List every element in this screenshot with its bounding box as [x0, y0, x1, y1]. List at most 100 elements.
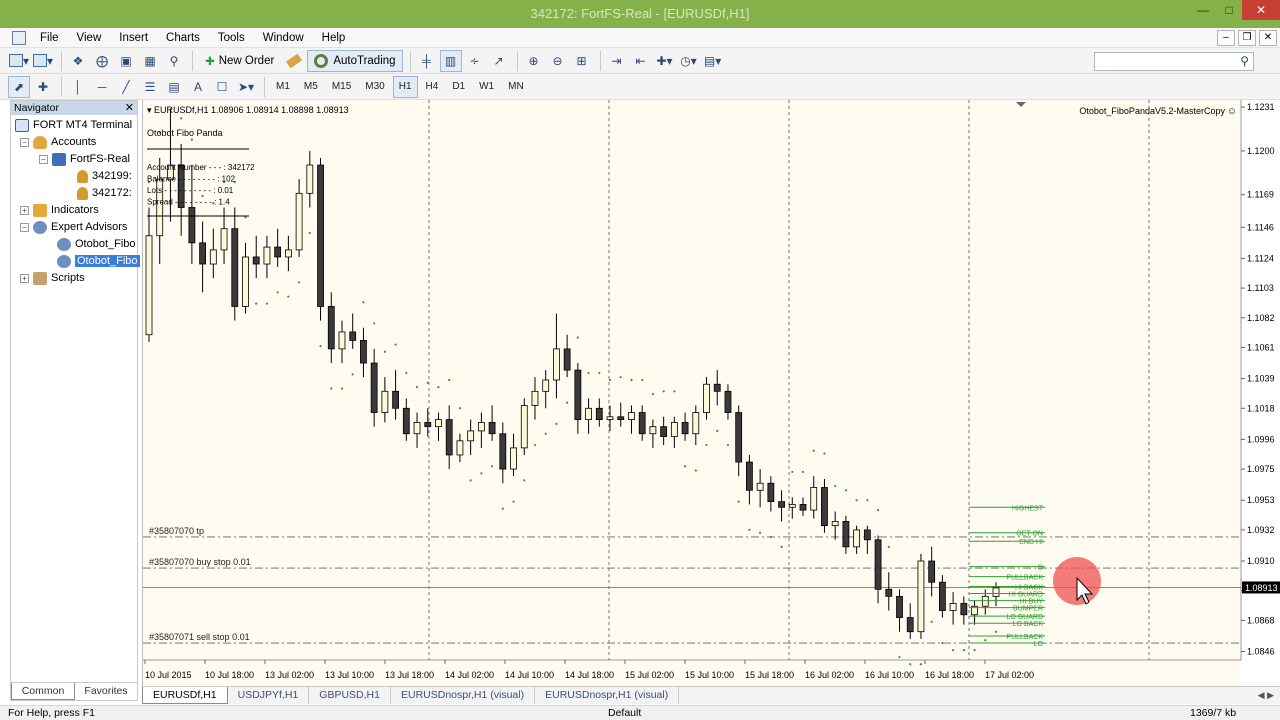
menu-charts[interactable]: Charts [157, 32, 209, 44]
fibonacci-button[interactable]: ▤ [163, 76, 185, 98]
timeframe-d1-button[interactable]: D1 [446, 76, 471, 98]
chart-tab[interactable]: GBPUSD,H1 [309, 687, 391, 704]
bear-candle [499, 433, 507, 470]
tree-item-terminal[interactable]: FORT MT4 Terminal [15, 117, 132, 133]
vertical-line-button[interactable]: │ [67, 76, 89, 98]
bull-candle [435, 419, 442, 428]
timeframe-m5-button[interactable]: M5 [298, 76, 324, 98]
zoom-in-button[interactable]: ⊕ [523, 50, 545, 72]
text-label-button[interactable]: ☐ [211, 76, 233, 98]
close-icon[interactable]: ✕ [125, 101, 134, 115]
market-watch-button[interactable]: ❖ [67, 50, 89, 72]
bull-candle [703, 383, 710, 413]
price-tick-label: 1.1039 [1247, 374, 1275, 384]
bear-candle [863, 529, 871, 541]
new-order-button[interactable]: ✚ New Order [198, 50, 281, 72]
timeframe-h4-button[interactable]: H4 [420, 76, 445, 98]
toolbar-separator [192, 50, 194, 71]
tree-item-server[interactable]: − FortFS-Real [39, 151, 130, 167]
equidistant-channel-button[interactable]: ☰ [139, 76, 161, 98]
tree-item-accounts[interactable]: − Accounts [20, 134, 96, 150]
menu-file[interactable]: File [31, 32, 68, 44]
indicators-button[interactable]: ✚▾ [654, 50, 676, 72]
tree-item-indicators[interactable]: + Indicators [20, 202, 99, 218]
chart-shift-button[interactable]: ⇤ [630, 50, 652, 72]
menu-view[interactable]: View [68, 32, 111, 44]
autotrading-button[interactable]: AutoTrading [307, 49, 403, 72]
trendline-button[interactable]: ╱ [115, 76, 137, 98]
collapse-icon[interactable]: − [39, 154, 48, 164]
horizontal-line-button[interactable]: ─ [91, 76, 113, 98]
tree-item-scripts[interactable]: + Scripts [20, 270, 85, 286]
chart-tab[interactable]: EURUSDnospr,H1 (visual) [535, 687, 680, 704]
zoom-out-button[interactable]: ⊖ [547, 50, 569, 72]
sar-dot [748, 528, 751, 531]
bear-candle [231, 228, 239, 307]
chart-tab[interactable]: EURUSDnospr,H1 (visual) [391, 687, 536, 704]
price-chart[interactable]: 1.1231 1.1200 1.1169 1.1146 1.1124 1.1103 1.10… [143, 100, 1280, 687]
tab-common[interactable]: Common [11, 683, 75, 700]
arrows-button[interactable]: ➤▾ [235, 76, 257, 98]
auto-scroll-button[interactable]: ⇥ [606, 50, 628, 72]
minimize-icon[interactable]: — [1190, 0, 1216, 20]
templates-button[interactable]: ▤▾ [702, 50, 724, 72]
chart-tab[interactable]: EURUSDf,H1 [142, 687, 228, 704]
document-icon[interactable] [12, 30, 26, 45]
sar-dot [716, 429, 719, 433]
mdi-restore-icon[interactable]: ❐ [1238, 29, 1256, 46]
collapse-icon[interactable]: − [20, 222, 29, 232]
current-price-label: 1.08913 [1245, 583, 1278, 593]
search-icon[interactable]: ⚲ [1240, 54, 1249, 68]
sar-dot [683, 465, 687, 468]
bull-candle [284, 249, 292, 258]
tree-item-ea-2[interactable]: Otobot_Fibo [57, 253, 140, 269]
navigator-button[interactable]: ▣ [115, 50, 137, 72]
data-window-button[interactable]: ⨁ [91, 50, 113, 72]
strategy-tester-button[interactable]: ⚲ [163, 50, 185, 72]
crosshair-button[interactable]: ✚ [32, 76, 54, 98]
chart-tab[interactable]: USDJPYf,H1 [228, 687, 310, 704]
menu-insert[interactable]: Insert [110, 32, 157, 44]
menu-window[interactable]: Window [254, 32, 313, 44]
new-chart-button[interactable]: ▾ [8, 50, 30, 72]
maximize-icon[interactable]: □ [1216, 0, 1242, 20]
tab-favorites[interactable]: Favorites [75, 683, 137, 700]
expand-icon[interactable]: + [20, 273, 29, 283]
timeframe-w1-button[interactable]: W1 [473, 76, 500, 98]
timeframe-h1-button[interactable]: H1 [392, 75, 418, 98]
collapse-icon[interactable]: − [20, 137, 29, 147]
timeframe-m1-button[interactable]: M1 [270, 76, 296, 98]
tree-item-account-342199[interactable]: 342199: [77, 168, 132, 184]
tree-item-account-342172[interactable]: 342172: [77, 185, 132, 201]
bull-candle [831, 521, 839, 527]
sar-dot [576, 336, 579, 339]
tab-scroll-arrows-icon[interactable]: ◀ ▶ [1258, 690, 1274, 701]
terminal-button[interactable]: ▦ [139, 50, 161, 72]
meta-editor-button[interactable] [283, 50, 305, 72]
line-chart-alt-button[interactable]: ↗ [488, 50, 510, 72]
chart-window[interactable]: 1.1231 1.1200 1.1169 1.1146 1.1124 1.1103 1.10… [142, 100, 1280, 687]
tree-item-expert-advisors[interactable]: − Expert Advisors [20, 219, 127, 235]
cursor-button[interactable]: ⬈ [8, 75, 30, 98]
timeframe-mn-button[interactable]: MN [502, 76, 530, 98]
search-input[interactable]: ⚲ [1094, 52, 1254, 71]
text-button[interactable]: A [187, 76, 209, 98]
close-icon[interactable]: ✕ [1242, 0, 1280, 20]
tree-item-ea-1[interactable]: Otobot_Fibo [57, 236, 136, 252]
profiles-button[interactable]: ▾ [32, 50, 54, 72]
mdi-minimize-icon[interactable]: – [1217, 29, 1235, 46]
timeframe-m15-button[interactable]: M15 [326, 76, 357, 98]
periods-button[interactable]: ◷▾ [678, 50, 700, 72]
bar-chart-button[interactable]: ╪ [416, 50, 438, 72]
fibo-label: PULLBACK [1006, 634, 1043, 641]
expand-icon[interactable]: + [20, 205, 29, 215]
mdi-close-icon[interactable]: ✕ [1259, 29, 1277, 46]
tile-windows-button[interactable]: ⊞ [571, 50, 593, 72]
fibo-label: HI BACK [1015, 584, 1043, 591]
menu-help[interactable]: Help [313, 32, 355, 44]
menu-tools[interactable]: Tools [209, 32, 254, 44]
line-chart-button[interactable]: ∻ [464, 50, 486, 72]
candlestick-button[interactable]: ▥ [439, 49, 462, 72]
sar-dot [919, 663, 923, 666]
timeframe-m30-button[interactable]: M30 [359, 76, 390, 98]
